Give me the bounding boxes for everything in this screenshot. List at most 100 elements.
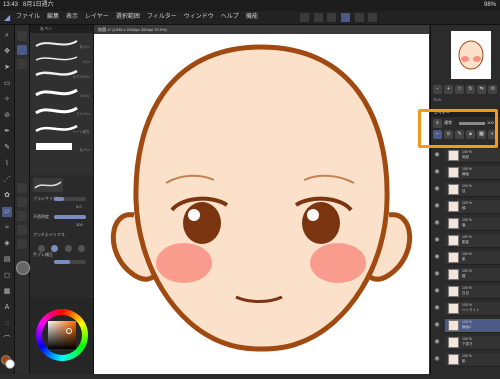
layer-visibility-eye-icon[interactable]: ◉ [432,200,442,213]
layer-row[interactable]: 100 % 肌影 [445,234,500,248]
balloon-tool-icon[interactable]: ◌ [2,319,12,329]
layer-name: 線画 [462,172,469,176]
menu-item[interactable]: 選択範囲 [116,11,140,24]
opacity-slider[interactable] [54,215,86,219]
color-picker-cursor[interactable] [66,328,72,334]
menu-item[interactable]: フィルター [147,11,177,24]
layer-row[interactable]: 100 % 眉 [445,217,500,231]
pencil-tool-icon[interactable]: ✎ [2,143,12,153]
layer-visibility-eye-icon[interactable]: ◉ [432,149,442,162]
sub-color-swatch[interactable] [5,359,15,369]
blend-tool-icon[interactable]: ≈ [2,223,12,233]
menu-item[interactable]: 機能 [246,11,258,24]
subtool-d-icon[interactable] [17,225,27,235]
zoom-tool-icon[interactable]: ⌕ [2,31,12,41]
redo-icon[interactable] [313,13,323,22]
gradient-icon[interactable]: ▤ [2,255,12,265]
layer-visibility-eye-icon[interactable]: ◉ [432,217,442,230]
layer-visibility-eye-icon[interactable]: ◉ [432,302,442,315]
stabilizer-slider[interactable] [54,260,86,264]
layer-row[interactable]: 100 % 肌 [445,251,500,265]
zoom-in-icon[interactable]: + [444,85,453,94]
layer-opacity: 100 % [462,201,472,205]
frame-tool-icon[interactable]: ▦ [2,287,12,297]
layer-visibility-eye-icon[interactable]: ◉ [432,183,442,196]
brush-item[interactable]: カブラペン [32,66,91,80]
pen-mode-icon[interactable] [341,13,351,22]
menu-item[interactable]: ウィンドウ [184,11,214,24]
aa-none-icon[interactable] [38,245,45,252]
brush-item[interactable]: トーン削り [32,121,91,135]
brush-item[interactable]: ミリペン [32,103,91,117]
layer-visibility-eye-icon[interactable]: ◉ [432,166,442,179]
subtool-e-icon[interactable] [17,239,27,249]
subtool-c-icon[interactable] [17,211,27,221]
layer-visibility-eye-icon[interactable]: ◉ [432,234,442,247]
layer-visibility-eye-icon[interactable]: ◉ [432,353,442,366]
subtool-effect-icon[interactable] [17,59,27,69]
menu-item[interactable]: 表示 [66,11,78,24]
layer-visibility-eye-icon[interactable]: ◉ [432,336,442,349]
app-logo-icon[interactable]: ◢ [4,11,10,24]
layer-row[interactable]: 100 % 目 [445,183,500,197]
airbrush-icon[interactable]: ⋰ [2,175,12,185]
rotate-icon[interactable]: ↻ [466,85,475,94]
brush-item[interactable]: ペン [32,51,91,65]
menu-item[interactable]: ヘルプ [221,11,239,24]
brush-tool-icon[interactable]: ⌇ [2,159,12,169]
navigator-thumbnail[interactable] [451,31,491,79]
aa-strong-icon[interactable] [78,245,86,252]
subtool-pen-icon[interactable] [17,31,27,41]
eyedropper-icon[interactable]: ⊘ [2,111,12,121]
saturation-value-square[interactable] [48,321,76,349]
brush-item[interactable]: 丸ペン [32,139,91,153]
correct-line-icon[interactable]: ⌒ [2,335,12,345]
brush-size-slider[interactable] [54,197,86,201]
operation-tool-icon[interactable]: ➤ [2,63,12,73]
layer-row[interactable]: 100 % ハイライト [445,302,500,316]
canvas-tab[interactable]: 無題-1* (1536 x 2048px 350dpi 70.5%) [94,25,429,34]
text-tool-icon[interactable]: A [2,303,12,313]
layer-row[interactable]: 100 % 線画 [445,166,500,180]
layer-row[interactable]: 100 % 白目 [445,285,500,299]
layer-row[interactable]: 100 % 瞳 [445,268,500,282]
menu-item[interactable]: ファイル [16,11,40,24]
layer-row[interactable]: 100 % 線画2 [445,319,500,333]
subtool-marker-icon[interactable] [17,45,27,55]
aa-mid-icon[interactable] [64,245,72,252]
figure-tool-icon[interactable]: ◻ [2,271,12,281]
subtool-b-icon[interactable] [17,197,27,207]
reset-icon[interactable]: ⟲ [488,85,497,94]
transform-icon[interactable] [354,13,364,22]
layer-visibility-eye-icon[interactable]: ◉ [432,319,442,332]
brush-size-preview-icon[interactable] [16,261,30,275]
move-tool-icon[interactable]: ✥ [2,47,12,57]
zoom-out-icon[interactable]: − [433,85,442,94]
fit-icon[interactable]: □ [455,85,464,94]
pen-tool-icon[interactable]: ✒ [2,127,12,137]
layer-row[interactable]: 100 % 頬 [445,200,500,214]
brush-item[interactable]: Gペン [32,85,91,99]
save-icon[interactable] [327,13,337,22]
auto-select-icon[interactable]: ✧ [2,95,12,105]
selection-tool-icon[interactable]: ▭ [2,79,12,89]
layer-visibility-eye-icon[interactable]: ◉ [432,251,442,264]
menu-item[interactable]: レイヤー [85,11,109,24]
aa-weak-icon[interactable] [51,245,59,252]
fill-tool-icon[interactable]: ◈ [2,239,12,249]
layer-row[interactable]: 100 % 下書き [445,336,500,350]
right-panel: − + □ ↻ ⇋ ⟲ 70.5 レイヤー ≡ 通常 100 ⌐ ⊙ ✎ 🔒︎ … [430,25,500,374]
subtool-a-icon[interactable] [17,183,27,193]
brush-item[interactable]: 丸ペン [32,36,91,50]
layer-visibility-eye-icon[interactable]: ◉ [432,285,442,298]
menu-item[interactable]: 編集 [47,11,59,24]
layer-row[interactable]: 100 % 用紙 [445,149,500,163]
layer-visibility-eye-icon[interactable]: ◉ [432,268,442,281]
eraser-tool-icon[interactable]: ▱ [2,207,12,217]
settings-icon[interactable] [368,13,378,22]
flip-icon[interactable]: ⇋ [477,85,486,94]
drawing-canvas[interactable] [94,25,429,374]
undo-icon[interactable] [300,13,309,22]
layer-row[interactable]: 100 % 紙 [445,353,500,367]
decoration-icon[interactable]: ✿ [2,191,12,201]
